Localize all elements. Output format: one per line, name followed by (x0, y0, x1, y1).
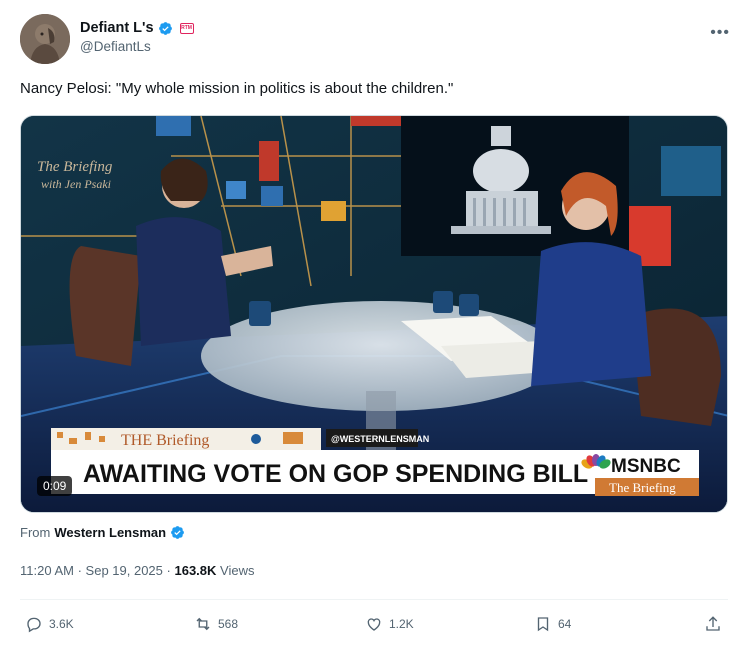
reply-button[interactable]: 3.6K (25, 615, 74, 633)
attribution-prefix: From (20, 525, 51, 540)
separator: · (77, 563, 86, 578)
bookmark-count: 64 (558, 617, 572, 631)
share-icon (706, 616, 720, 631)
reply-icon (27, 617, 41, 633)
divider (20, 599, 728, 600)
headline: AWAITING VOTE ON GOP SPENDING BILL (83, 460, 588, 488)
views-label: Views (220, 563, 255, 578)
tweet-date[interactable]: Sep 19, 2025 (86, 563, 163, 578)
tweet-time[interactable]: 11:20 AM (20, 563, 74, 578)
repost-count: 568 (218, 617, 239, 631)
attribution-source[interactable]: Western Lensman (54, 525, 166, 540)
action-bar: 3.6K 568 1.2K 64 (20, 615, 728, 645)
affiliate-badge-icon[interactable]: RTM (179, 22, 194, 34)
handle[interactable]: @DefiantLs (80, 39, 194, 54)
tweet-header: Defiant L's RTM @DefiantLs ••• (20, 14, 730, 66)
bookmark-icon (537, 617, 549, 632)
video-duration: 0:09 (37, 476, 73, 496)
like-count: 1.2K (389, 617, 414, 631)
attribution: From Western Lensman (20, 525, 185, 540)
repost-icon (196, 617, 210, 631)
views-count: 163.8K (174, 563, 217, 578)
show-logo-line2: with Jen Psaki (41, 177, 111, 191)
tweet-meta: 11:20 AM · Sep 19, 2025 · 163.8K Views (20, 563, 254, 578)
reply-count: 3.6K (49, 617, 74, 631)
verified-badge-icon (171, 526, 184, 539)
heart-icon (367, 618, 381, 631)
video-frame: The Briefing with Jen Psaki THE Briefing… (21, 116, 727, 512)
like-button[interactable]: 1.2K (365, 615, 414, 633)
more-options-icon[interactable]: ••• (710, 24, 730, 42)
tweet-text: Nancy Pelosi: "My whole mission in polit… (20, 80, 454, 97)
affiliate-label: RTM (181, 25, 192, 31)
video-player[interactable]: The Briefing with Jen Psaki THE Briefing… (20, 115, 728, 513)
avatar[interactable] (20, 14, 70, 64)
network-show: The Briefing (609, 480, 676, 495)
bookmark-button[interactable]: 64 (534, 615, 571, 633)
repost-button[interactable]: 568 (194, 615, 238, 633)
author-block: Defiant L's RTM @DefiantLs (80, 20, 194, 54)
display-name[interactable]: Defiant L's (80, 20, 154, 36)
verified-badge-icon (158, 21, 172, 35)
share-button[interactable] (704, 615, 722, 633)
watermark: @WESTERNLENSMAN (331, 434, 429, 444)
show-logo-line1: The Briefing (37, 159, 113, 175)
lower-third-show: THE Briefing (121, 432, 209, 449)
network-logo: MSNBC (611, 456, 681, 477)
